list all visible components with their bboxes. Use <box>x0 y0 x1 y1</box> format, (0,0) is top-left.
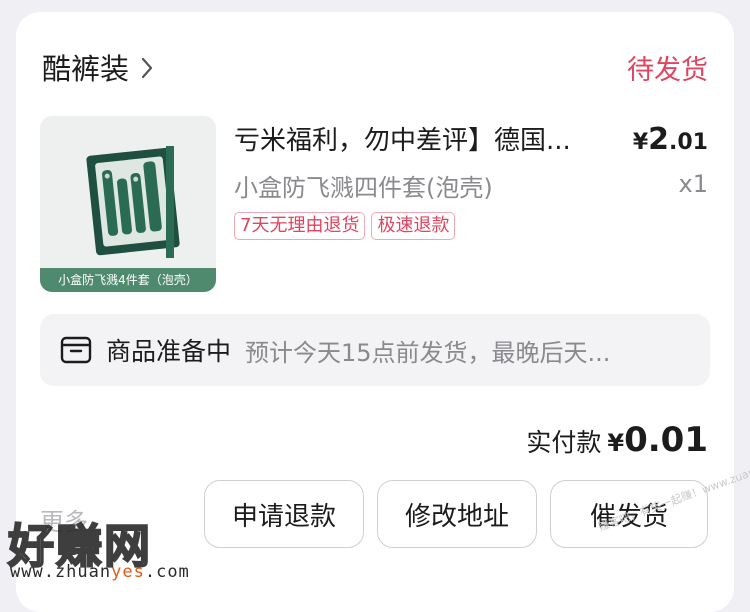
tag-7day-return: 7天无理由退货 <box>234 212 366 240</box>
service-tags: 7天无理由退货 极速退款 <box>234 212 456 240</box>
shop-name: 酷裤装 <box>42 52 130 86</box>
watermark-url: www.zhuanyes.com <box>10 562 190 582</box>
paid-symbol: ¥ <box>607 429 625 457</box>
watermark-url-highlight: yes <box>111 562 145 582</box>
shipping-status-bar[interactable]: 商品准备中 预计今天15点前发货，最晚后天... <box>40 314 710 386</box>
tag-fast-refund: 极速退款 <box>371 212 456 240</box>
order-status: 待发货 <box>627 55 708 86</box>
product-spec: 小盒防飞溅四件套(泡壳) <box>234 174 493 202</box>
price-decimal: .01 <box>669 130 708 155</box>
product-title[interactable]: 亏米福利，勿中差评】德国... <box>234 120 614 157</box>
product-thumbnail[interactable]: 小盒防飞溅4件套（泡壳） <box>40 116 216 292</box>
package-box-icon <box>60 336 92 364</box>
product-image <box>86 146 180 258</box>
shop-link[interactable]: 酷裤装 <box>42 46 153 88</box>
chevron-right-icon <box>141 57 153 79</box>
product-price: ¥2.01 <box>633 122 708 157</box>
thumbnail-caption: 小盒防飞溅4件套（泡壳） <box>40 268 216 292</box>
price-integer: 2 <box>648 122 670 157</box>
watermark-url-prefix: www.zhuan <box>10 562 112 582</box>
product-quantity: x1 <box>678 170 708 198</box>
shipping-message: 预计今天15点前发货，最晚后天... <box>245 338 611 367</box>
paid-amount: ¥0.01 <box>607 420 708 460</box>
price-symbol: ¥ <box>632 130 649 155</box>
request-refund-button[interactable]: 申请退款 <box>204 480 364 548</box>
paid-label: 实付款 <box>526 428 602 457</box>
change-address-button[interactable]: 修改地址 <box>377 480 537 548</box>
paid-value: 0.01 <box>624 420 708 460</box>
paid-amount-row: 实付款 ¥0.01 <box>526 420 708 460</box>
shipping-label: 商品准备中 <box>106 337 232 366</box>
watermark-url-suffix: .com <box>144 562 190 582</box>
